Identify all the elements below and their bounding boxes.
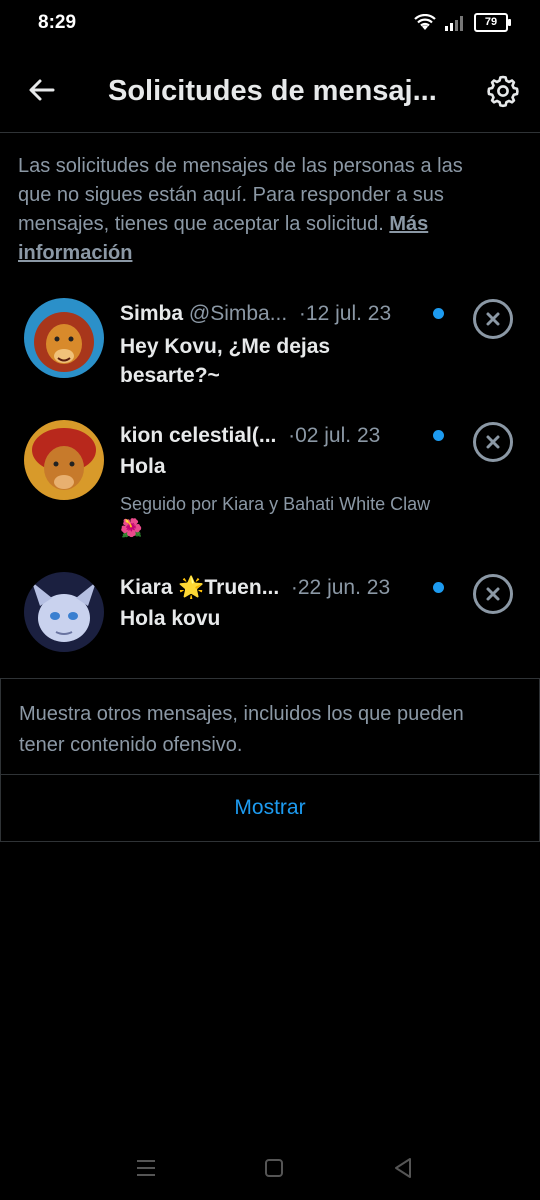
settings-button[interactable] [486,74,520,108]
message-request-1[interactable]: Simba @Simba... ·12 jul. 23 Hey Kovu, ¿M… [0,290,540,405]
request-header: Kiara 🌟Truen... ·22 jun. 23 [120,576,390,600]
gear-icon [487,75,519,108]
info-text: Las solicitudes de mensajes de las perso… [18,152,488,268]
message-preview: Hola [120,455,166,478]
status-icons: 79 [414,13,511,32]
dismiss-request-button[interactable] [473,422,513,462]
sender-handle: @Simba... [188,302,288,325]
show-button[interactable]: Mostrar [1,775,539,841]
back-nav-icon[interactable] [393,1157,413,1179]
message-preview: Hey Kovu, ¿Me dejas besarte?~ [120,335,331,387]
avatar[interactable] [24,572,104,652]
separator: · [285,576,298,599]
close-icon [486,312,500,326]
status-time: 8:29 [38,12,77,33]
status-bar: 8:29 79 [0,0,540,48]
filtered-messages-panel: Muestra otros mensajes, incluidos los qu… [0,679,540,842]
app-header: Solicitudes de mensaj... [0,48,540,133]
sender-name: Kiara 🌟Truen... [120,576,280,599]
message-preview: Hola kovu [120,607,221,630]
message-date: 12 jul. 23 [305,302,392,325]
message-date: 02 jul. 23 [295,424,381,447]
avatar[interactable] [24,298,104,378]
signal-icon [445,15,463,31]
battery-icon: 79 [474,13,511,32]
recent-apps-icon[interactable] [135,1158,157,1178]
dismiss-request-button[interactable] [473,299,513,339]
separator: · [293,302,306,325]
filtered-messages-text: Muestra otros mensajes, incluidos los qu… [19,703,464,756]
arrow-left-icon [29,79,55,101]
system-nav-bar [0,1140,540,1200]
wifi-icon [414,13,436,30]
sender-name: kion celestial(... [120,424,277,447]
back-button[interactable] [26,74,58,106]
request-header: Simba @Simba... ·12 jul. 23 [120,302,391,326]
unread-indicator [433,308,444,319]
separator: · [282,424,296,447]
sender-name: Simba [120,302,184,325]
close-icon [486,435,500,449]
avatar[interactable] [24,420,104,500]
home-icon[interactable] [264,1158,284,1178]
page-title: Solicitudes de mensaj... [108,75,437,107]
message-date: 22 jun. 23 [297,576,391,599]
message-request-3[interactable]: Kiara 🌟Truen... ·22 jun. 23 Hola kovu [0,562,540,662]
message-request-2[interactable]: kion celestial(... ·02 jul. 23 Hola Segu… [0,410,540,550]
unread-indicator [433,582,444,593]
dismiss-request-button[interactable] [473,574,513,614]
close-icon [486,587,500,601]
unread-indicator [433,430,444,441]
request-header: kion celestial(... ·02 jul. 23 [120,424,380,448]
followed-by-text: Seguido por Kiara y Bahati White Claw 🌺 [120,494,431,538]
